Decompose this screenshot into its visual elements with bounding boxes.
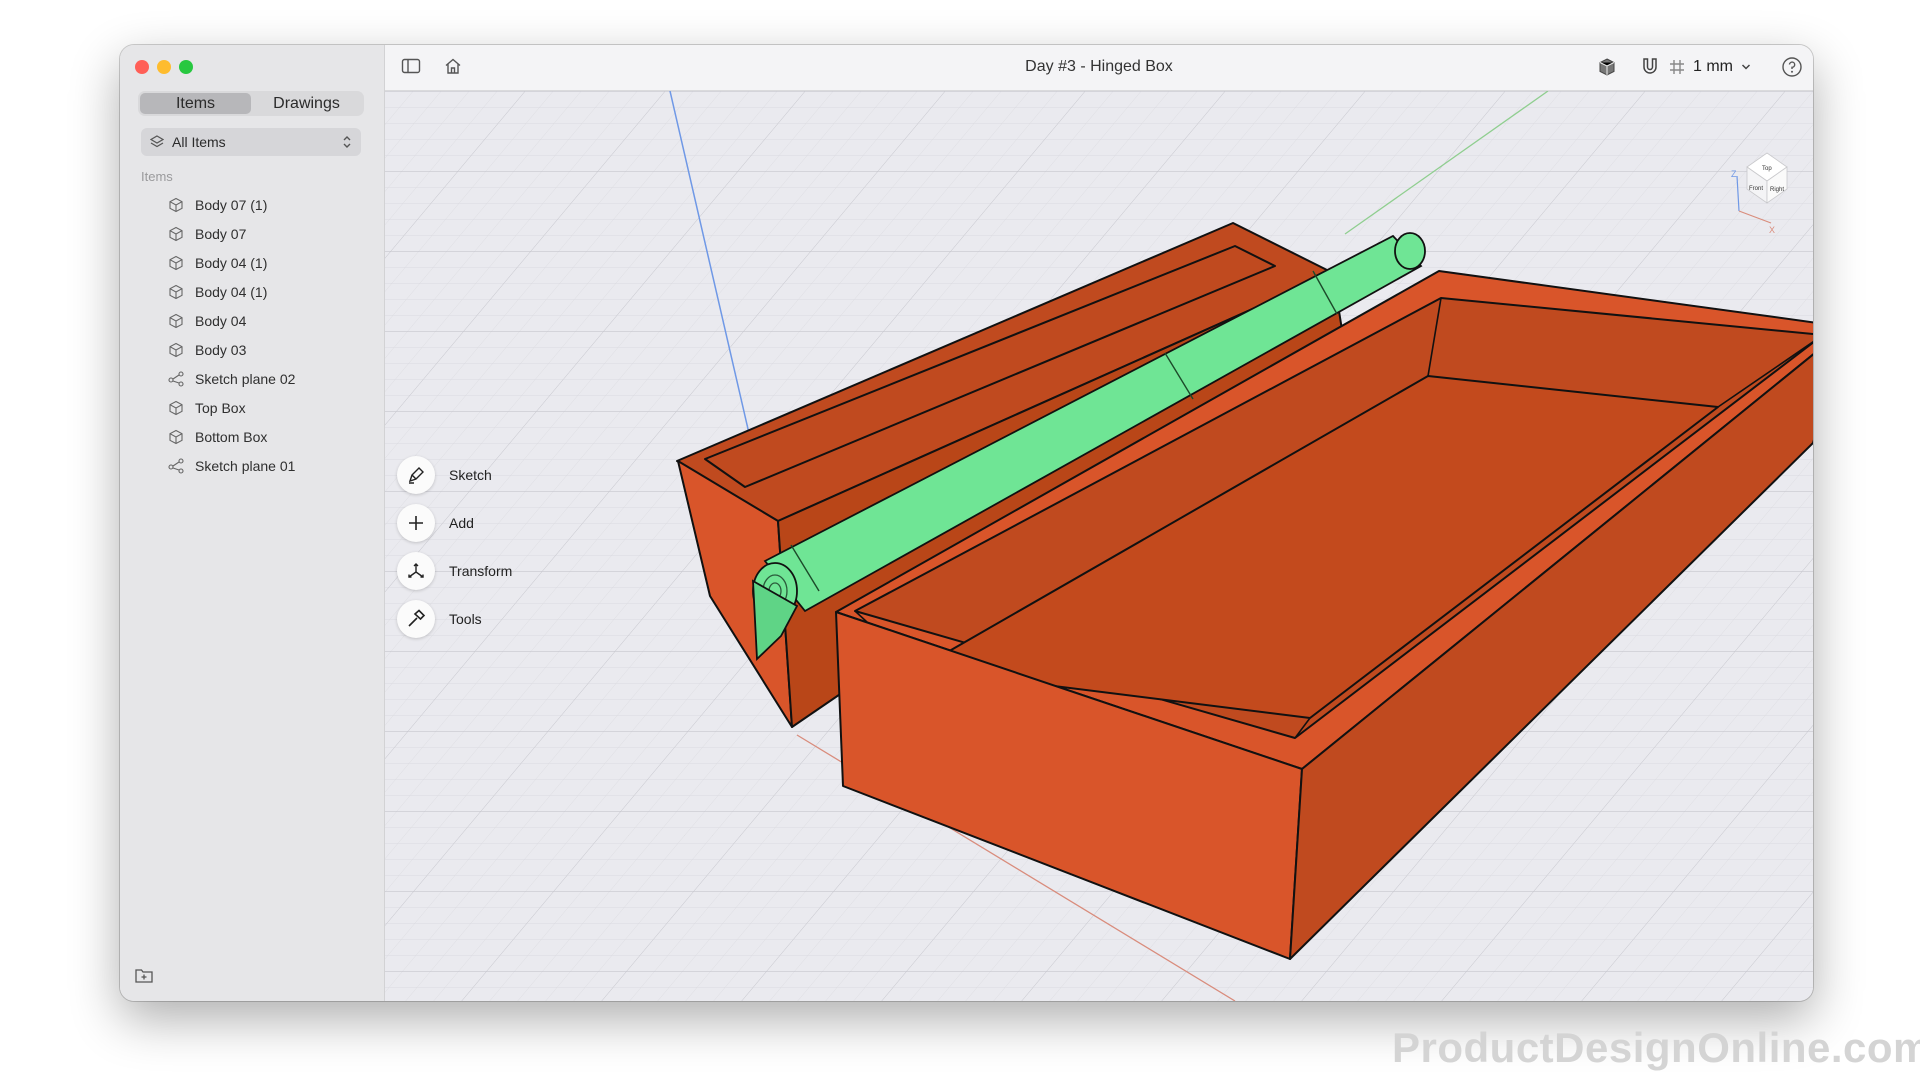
item-label: Body 04 (1) bbox=[195, 283, 268, 300]
sidebar: Items Drawings All Items Items Body 07 (… bbox=[120, 45, 385, 1001]
watermark-text: ProductDesignOnline.com bbox=[1392, 1024, 1920, 1071]
add-tool-circle bbox=[397, 504, 435, 542]
chevron-down-icon bbox=[1741, 64, 1751, 70]
item-tree: Body 07 (1) Body 07 Body 04 (1) Body 04 … bbox=[168, 190, 295, 480]
tab-drawings[interactable]: Drawings bbox=[251, 93, 362, 114]
transform-tool-button[interactable]: Transform bbox=[397, 551, 512, 591]
cube-icon bbox=[169, 342, 183, 357]
sketch-tool-circle bbox=[397, 456, 435, 494]
items-filter-select[interactable]: All Items bbox=[141, 128, 361, 156]
tools-tool-button[interactable]: Tools bbox=[397, 599, 512, 639]
item-label: Body 07 bbox=[195, 225, 247, 242]
sketch-tool-label: Sketch bbox=[449, 467, 492, 483]
cube-icon bbox=[169, 400, 183, 415]
cube-icon bbox=[169, 226, 183, 241]
item-label: Top Box bbox=[195, 399, 246, 416]
list-item[interactable]: Body 04 (1) bbox=[168, 277, 295, 306]
item-label: Body 04 (1) bbox=[195, 254, 268, 271]
app-window: Items Drawings All Items Items Body 07 (… bbox=[120, 45, 1813, 1001]
list-item[interactable]: Sketch plane 01 bbox=[168, 451, 295, 480]
toolbar: Day #3 - Hinged Box 1 mm bbox=[385, 45, 1813, 91]
items-section-label: Items bbox=[141, 169, 173, 184]
zoom-window-button[interactable] bbox=[179, 60, 193, 74]
window-controls bbox=[135, 60, 193, 74]
sketch-plane-icon bbox=[168, 370, 184, 387]
list-item[interactable]: Body 07 (1) bbox=[168, 190, 295, 219]
item-label: Body 07 (1) bbox=[195, 196, 268, 213]
cube-icon bbox=[169, 197, 183, 212]
viewport-canvas[interactable]: Top Front Right Z X bbox=[385, 91, 1813, 1001]
list-item[interactable]: Top Box bbox=[168, 393, 295, 422]
grid-unit-label: 1 mm bbox=[1693, 58, 1733, 75]
view-cube-face-right: Right bbox=[1770, 187, 1784, 193]
transform-tool-label: Transform bbox=[449, 563, 513, 579]
cube-icon bbox=[169, 313, 183, 328]
list-item[interactable]: Body 04 bbox=[168, 306, 295, 335]
cube-icon bbox=[169, 284, 183, 299]
snapping-magnet-icon[interactable] bbox=[1641, 57, 1659, 77]
help-icon[interactable] bbox=[1781, 56, 1803, 78]
3d-viewport[interactable]: Top Front Right Z X Sketch Add Transform bbox=[385, 91, 1813, 1001]
plus-icon bbox=[409, 516, 423, 530]
close-window-button[interactable] bbox=[135, 60, 149, 74]
list-item[interactable]: Body 07 bbox=[168, 219, 295, 248]
item-label: Body 03 bbox=[195, 341, 247, 358]
transform-tool-circle bbox=[397, 552, 435, 590]
view-cube-face-top: Top bbox=[1762, 166, 1772, 172]
list-item[interactable]: Sketch plane 02 bbox=[168, 364, 295, 393]
updown-chevron-icon bbox=[343, 136, 351, 148]
tool-palette: Sketch Add Transform Tools bbox=[397, 455, 512, 647]
view-cube-axis-x: X bbox=[1769, 225, 1775, 235]
item-label: Bottom Box bbox=[195, 428, 268, 445]
minimize-window-button[interactable] bbox=[157, 60, 171, 74]
cube-icon bbox=[169, 429, 183, 444]
grid-icon bbox=[1670, 60, 1684, 74]
item-label: Sketch plane 01 bbox=[195, 457, 296, 474]
tab-items[interactable]: Items bbox=[140, 93, 251, 114]
list-item[interactable]: Body 04 (1) bbox=[168, 248, 295, 277]
sidebar-segmented-control: Items Drawings bbox=[138, 91, 364, 116]
sketch-tool-button[interactable]: Sketch bbox=[397, 455, 512, 495]
list-item[interactable]: Body 03 bbox=[168, 335, 295, 364]
item-label: Sketch plane 02 bbox=[195, 370, 296, 387]
render-mode-icon[interactable] bbox=[1597, 57, 1617, 77]
view-cube-axis-z: Z bbox=[1731, 169, 1737, 179]
tools-tool-label: Tools bbox=[449, 611, 482, 627]
cube-icon bbox=[169, 255, 183, 270]
tools-tool-circle bbox=[397, 600, 435, 638]
sketch-plane-icon bbox=[168, 457, 184, 474]
view-cube-face-front: Front bbox=[1749, 186, 1763, 192]
transform-icon bbox=[408, 563, 424, 578]
pen-icon bbox=[408, 467, 424, 484]
list-item[interactable]: Bottom Box bbox=[168, 422, 295, 451]
hammer-icon bbox=[408, 609, 426, 627]
add-tool-button[interactable]: Add bbox=[397, 503, 512, 543]
item-label: Body 04 bbox=[195, 312, 247, 329]
filter-label: All Items bbox=[172, 134, 226, 150]
new-folder-icon[interactable] bbox=[134, 967, 154, 985]
add-tool-label: Add bbox=[449, 515, 474, 531]
grid-unit-select[interactable]: 1 mm bbox=[1669, 54, 1751, 80]
layers-icon bbox=[150, 135, 164, 148]
